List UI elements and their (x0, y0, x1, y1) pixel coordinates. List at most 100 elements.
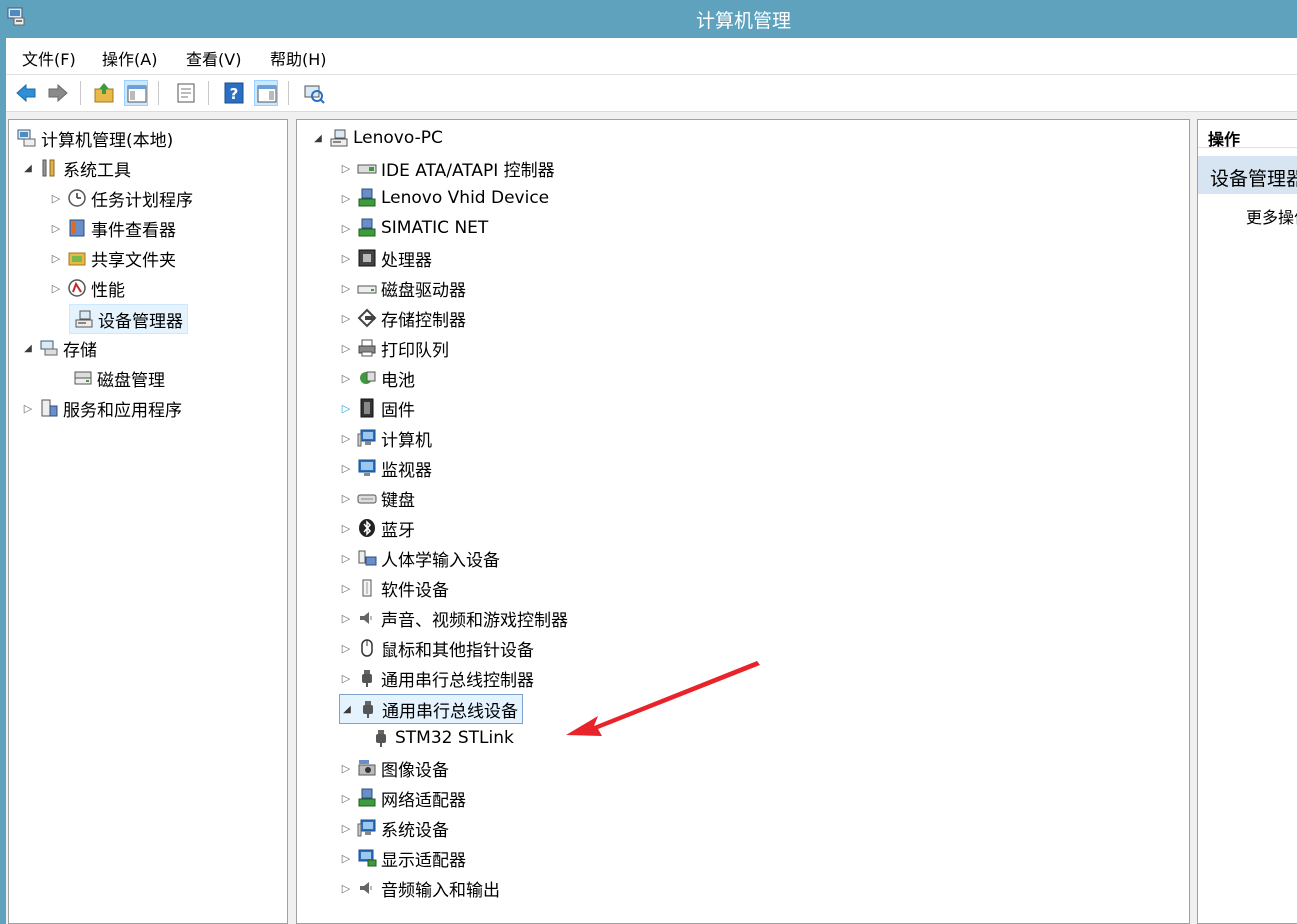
device-category-20[interactable]: ▷ 图像设备 (339, 754, 449, 782)
device-tree-pane: ◢ Lenovo-PC ▷ IDE ATA/ATAPI 控制器 ▷ Lenovo Vh… (296, 119, 1190, 924)
collapsed-triangle-icon[interactable]: ▷ (339, 582, 353, 595)
device-category-18[interactable]: ◢ 通用串行总线设备 (339, 694, 523, 724)
device-tree-root[interactable]: ◢ Lenovo-PC (311, 124, 443, 152)
device-category-label: Lenovo Vhid Device (381, 188, 550, 208)
tree-item-device-manager[interactable]: 设备管理器 (69, 304, 188, 334)
device-category-23[interactable]: ▷ 显示适配器 (339, 844, 466, 872)
console-tree-pane: 计算机管理(本地) ◢ 系统工具 ▷ 任务计划程序 ▷ 事件查看器 ▷ 共享文件… (8, 119, 288, 924)
show-action-pane-icon[interactable] (254, 80, 278, 106)
device-category-15[interactable]: ▷ 声音、视频和游戏控制器 (339, 604, 568, 632)
collapsed-triangle-icon[interactable]: ▷ (339, 792, 353, 805)
device-category-14[interactable]: ▷ 软件设备 (339, 574, 449, 602)
collapsed-triangle-icon[interactable]: ▷ (339, 522, 353, 535)
device-category-label: 监视器 (381, 460, 432, 481)
tree-item-system-tools[interactable]: ◢ 系统工具 (21, 154, 131, 182)
menu-bar: 文件(F) 操作(A) 查看(V) 帮助(H) (6, 38, 1297, 75)
collapsed-triangle-icon[interactable]: ▷ (339, 192, 353, 205)
collapsed-triangle-icon[interactable]: ▷ (49, 222, 63, 235)
device-category-13[interactable]: ▷ 人体学输入设备 (339, 544, 500, 572)
collapsed-triangle-icon[interactable]: ▷ (339, 822, 353, 835)
device-category-12[interactable]: ▷ 蓝牙 (339, 514, 415, 542)
device-category-9[interactable]: ▷ 计算机 (339, 424, 432, 452)
device-category-8[interactable]: ▷ 固件 (339, 394, 415, 422)
collapsed-triangle-icon[interactable]: ▷ (339, 612, 353, 625)
collapsed-triangle-icon[interactable]: ▷ (339, 282, 353, 295)
collapsed-triangle-icon[interactable]: ▷ (339, 252, 353, 265)
help-icon[interactable]: ? (222, 80, 246, 106)
speaker-icon (357, 878, 377, 898)
collapsed-triangle-icon[interactable]: ▷ (339, 372, 353, 385)
actions-section-device-manager[interactable]: 设备管理器 (1198, 156, 1297, 194)
expanded-triangle-icon[interactable]: ◢ (21, 343, 35, 354)
computer-root-icon (329, 128, 349, 148)
menu-view[interactable]: 查看(V) (186, 46, 241, 70)
properties-icon[interactable] (174, 80, 198, 106)
device-category-21[interactable]: ▷ 网络适配器 (339, 784, 466, 812)
tree-item-disk-management[interactable]: 磁盘管理 (69, 364, 165, 392)
device-category-label: 音频输入和输出 (381, 880, 500, 901)
collapsed-triangle-icon[interactable]: ▷ (339, 882, 353, 895)
services-icon (39, 398, 59, 418)
device-category-label: 软件设备 (381, 580, 449, 601)
collapsed-triangle-icon[interactable]: ▷ (339, 432, 353, 445)
device-category-label: STM32 STLink (395, 728, 514, 748)
more-actions-link[interactable]: 更多操作 (1246, 204, 1297, 228)
collapsed-triangle-icon[interactable]: ▷ (21, 402, 35, 415)
device-category-17[interactable]: ▷ 通用串行总线控制器 (339, 664, 534, 692)
device-category-3[interactable]: ▷ 处理器 (339, 244, 432, 272)
device-category-10[interactable]: ▷ 监视器 (339, 454, 432, 482)
device-category-2[interactable]: ▷ SIMATIC NET (339, 214, 489, 242)
up-folder-icon[interactable] (92, 80, 116, 106)
device-category-5[interactable]: ▷ 存储控制器 (339, 304, 466, 332)
usb-icon (358, 699, 378, 719)
device-category-24[interactable]: ▷ 音频输入和输出 (339, 874, 500, 902)
menu-help[interactable]: 帮助(H) (270, 46, 327, 70)
collapsed-triangle-icon[interactable]: ▷ (49, 252, 63, 265)
device-category-label: 系统设备 (381, 820, 449, 841)
collapsed-triangle-icon[interactable]: ▷ (339, 642, 353, 655)
menu-action[interactable]: 操作(A) (102, 46, 157, 70)
device-category-6[interactable]: ▷ 打印队列 (339, 334, 449, 362)
toolbar-separator (288, 81, 289, 105)
collapsed-triangle-icon[interactable]: ▷ (339, 492, 353, 505)
collapsed-triangle-icon[interactable]: ▷ (339, 342, 353, 355)
tree-item-event-viewer[interactable]: ▷ 事件查看器 (49, 214, 176, 242)
expanded-triangle-icon[interactable]: ◢ (340, 704, 354, 715)
device-item-stm32-stlink[interactable]: STM32 STLink (367, 724, 514, 752)
collapsed-triangle-icon[interactable]: ▷ (339, 762, 353, 775)
tree-item-storage[interactable]: ◢ 存储 (21, 334, 97, 362)
device-category-label: 显示适配器 (381, 850, 466, 871)
tree-item-services-applications[interactable]: ▷ 服务和应用程序 (21, 394, 182, 422)
device-category-label: 通用串行总线控制器 (381, 670, 534, 691)
collapsed-triangle-icon[interactable]: ▷ (339, 552, 353, 565)
collapsed-triangle-icon[interactable]: ▷ (49, 282, 63, 295)
tree-item-computer-management[interactable]: 计算机管理(本地) (13, 124, 173, 152)
collapsed-triangle-icon[interactable]: ▷ (339, 312, 353, 325)
ide-controller-icon (357, 158, 377, 178)
back-arrow-icon[interactable] (14, 80, 38, 106)
device-category-1[interactable]: ▷ Lenovo Vhid Device (339, 184, 549, 212)
device-category-0[interactable]: ▷ IDE ATA/ATAPI 控制器 (339, 154, 555, 182)
svg-text:?: ? (230, 85, 239, 103)
forward-arrow-icon[interactable] (46, 80, 70, 106)
menu-file[interactable]: 文件(F) (22, 46, 76, 70)
device-category-22[interactable]: ▷ 系统设备 (339, 814, 449, 842)
collapsed-triangle-icon[interactable]: ▷ (49, 192, 63, 205)
scan-hardware-icon[interactable] (302, 80, 326, 106)
collapsed-triangle-icon[interactable]: ▷ (339, 852, 353, 865)
collapsed-triangle-icon[interactable]: ▷ (339, 672, 353, 685)
collapsed-triangle-icon[interactable]: ▷ (339, 162, 353, 175)
collapsed-triangle-icon[interactable]: ▷ (339, 222, 353, 235)
device-category-16[interactable]: ▷ 鼠标和其他指针设备 (339, 634, 534, 662)
collapsed-triangle-icon[interactable]: ▷ (339, 462, 353, 475)
expanded-triangle-icon[interactable]: ◢ (311, 133, 325, 144)
device-category-4[interactable]: ▷ 磁盘驱动器 (339, 274, 466, 302)
tree-item-performance[interactable]: ▷ 性能 (49, 274, 125, 302)
tree-item-task-scheduler[interactable]: ▷ 任务计划程序 (49, 184, 193, 212)
show-console-tree-icon[interactable] (124, 80, 148, 106)
expanded-triangle-icon[interactable]: ◢ (21, 163, 35, 174)
collapsed-triangle-icon[interactable]: ▷ (339, 402, 353, 415)
device-category-7[interactable]: ▷ 电池 (339, 364, 415, 392)
tree-item-shared-folders[interactable]: ▷ 共享文件夹 (49, 244, 176, 272)
device-category-11[interactable]: ▷ 键盘 (339, 484, 415, 512)
